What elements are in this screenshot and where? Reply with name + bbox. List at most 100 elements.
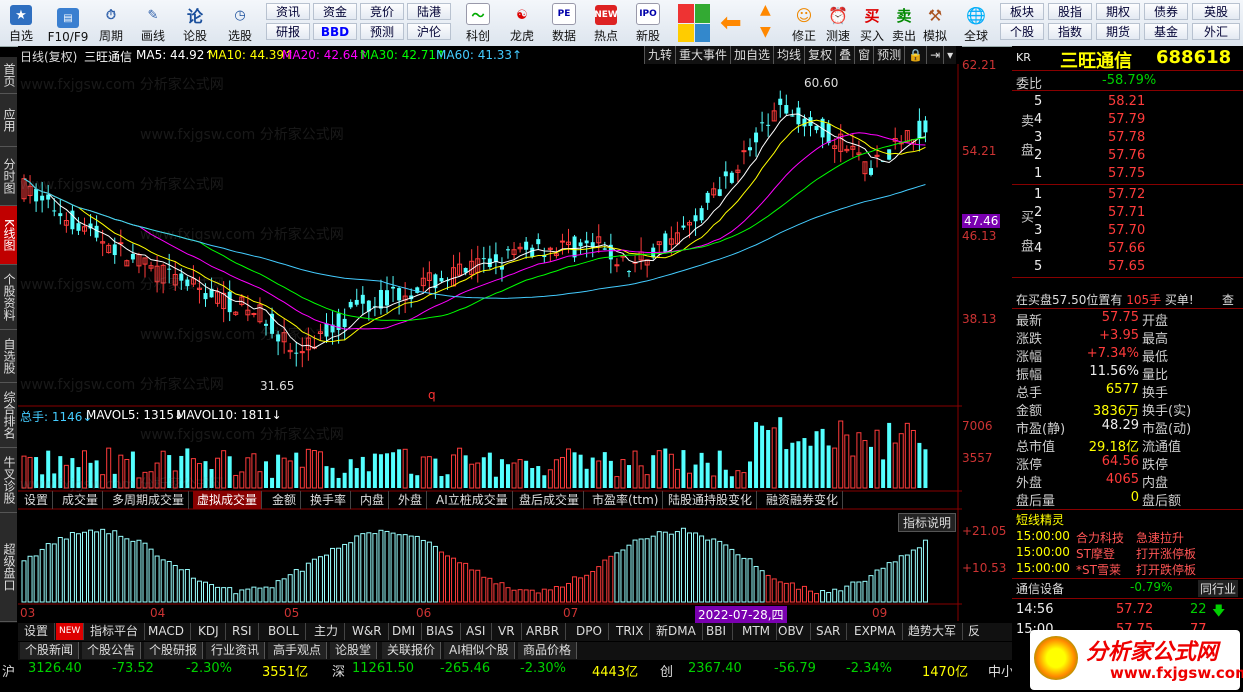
stock-picker-button[interactable]: ◷ 选股 [220,2,260,44]
bottom-tab[interactable]: ASI [460,623,493,640]
indices-button[interactable]: 指数 [1048,23,1092,40]
draw-line-button[interactable]: ✎ 画线 [136,2,170,44]
bottom-tab[interactable]: EXPMA [848,623,903,640]
watchlist-button[interactable]: ★ 自选 [4,2,38,44]
tab-intraday[interactable]: 分时图 [0,147,17,206]
speed-test-button[interactable]: ⏰ 测速 [822,2,854,44]
sprite-row[interactable]: 15:00:00 *ST雪莱 打开跌停板 [1012,561,1243,577]
period-button[interactable]: ⏱ 周期 [94,2,128,44]
bottom-tab[interactable]: BIAS [420,623,461,640]
up-arrow-icon[interactable]: ▲ [760,2,782,22]
news-tab[interactable]: 个股研报 [144,642,204,659]
indicator-tab[interactable]: 多周期成交量 [108,491,190,509]
info-button[interactable]: 资讯 [266,3,310,20]
bottom-tab[interactable]: 反 [962,623,986,640]
bottom-tab[interactable]: MACD [142,623,191,640]
indicator-tab-active[interactable]: 虚拟成交量 [193,491,263,509]
bottom-tab[interactable]: 主力 [308,623,346,640]
kline-chart-area[interactable]: 日线(复权) 三旺通信 MA5: 44.92↑ MA10: 44.39↑ MA2… [18,46,1006,623]
sprite-row[interactable]: 15:00:00 合力科技 急速拉升 [1012,529,1243,545]
hot-button[interactable]: NEW 热点 [588,2,624,44]
indicator-tab[interactable]: 陆股通持股变化 [664,491,758,509]
bottom-tab[interactable]: RSI [226,623,259,640]
options-button[interactable]: 期权 [1096,3,1140,20]
auction-button[interactable]: 竞价 [360,3,404,20]
buy-button[interactable]: 买 买入 [858,2,886,44]
bottom-tab[interactable]: 新DMA [650,623,703,640]
simulate-button[interactable]: ⚒ 模拟 [920,2,950,44]
futures-button[interactable]: 期货 [1096,23,1140,40]
indicator-tab[interactable]: 换手率 [306,491,352,509]
indicator-tab[interactable]: 成交量 [58,491,104,509]
news-tab[interactable]: 个股新闻 [20,642,80,659]
bottom-tab[interactable]: TRIX [610,623,651,640]
news-tab[interactable]: 高手观点 [268,642,328,659]
bottom-tab[interactable]: 趋势大军 [902,623,964,640]
bottom-tab[interactable]: W&R [346,623,389,640]
notice-more-link[interactable]: 查 [1222,291,1234,308]
indicator-tab[interactable]: 内盘 [356,491,390,509]
stocks-button[interactable]: 个股 [1000,23,1044,40]
tab-stock-profile[interactable]: 个股资料 [0,265,17,330]
bottom-tab[interactable]: ARBR [520,623,567,640]
dragon-tiger-button[interactable]: ☯ 龙虎 [504,2,540,44]
bottom-tab-settings[interactable]: 设置 [18,623,56,640]
news-tab[interactable]: 行业资讯 [206,642,266,659]
tab-watchlist[interactable]: 自选股 [0,330,17,383]
indicator-tab[interactable]: 盘后成交量 [515,491,585,509]
tab-diagnosis[interactable]: 牛叉诊股 [0,448,17,513]
bottom-tab[interactable]: DMI [386,623,423,640]
pe-data-button[interactable]: PE 数据 [546,2,582,44]
news-tab[interactable]: 论股堂 [330,642,378,659]
indicator-settings-tab[interactable]: 设置 [20,491,54,509]
kechuang-button[interactable]: 〜 科创 [458,2,498,44]
f10-button[interactable]: ▤ F10/F9 [44,2,92,44]
tab-kline[interactable]: K线图 [0,206,17,265]
news-tab[interactable]: 关联报价 [382,642,442,659]
forex-button[interactable]: 外汇 [1192,23,1240,40]
ipo-button[interactable]: IPO 新股 [630,2,666,44]
sector-button[interactable]: 板块 [1000,3,1044,20]
back-arrow-icon[interactable]: ⬅ [720,6,750,40]
funds-market-button[interactable]: 基金 [1144,23,1188,40]
bottom-tab[interactable]: SAR [810,623,848,640]
bottom-tab[interactable]: DPO [570,623,609,640]
shanghai-london-button[interactable]: 沪伦 [407,23,451,40]
tab-home[interactable]: 首页 [0,57,17,94]
index-futures-button[interactable]: 股指 [1048,3,1092,20]
research-button[interactable]: 研报 [266,23,310,40]
news-tab[interactable]: 个股公告 [82,642,142,659]
indicator-tab[interactable]: AI立桩成交量 [432,491,513,509]
bottom-tab[interactable]: VR [492,623,522,640]
sell-button[interactable]: 卖 卖出 [890,2,918,44]
tab-apps[interactable]: 应用 [0,94,17,147]
forecast-button[interactable]: 预测 [360,23,404,40]
bottom-tab[interactable]: KDJ [192,623,226,640]
news-tab[interactable]: 商品价格 [518,642,578,659]
uk-stocks-button[interactable]: 英股 [1192,3,1240,20]
bbd-button[interactable]: BBD [313,23,357,40]
bottom-tab[interactable]: MTM [736,623,778,640]
indicator-tab[interactable]: 外盘 [394,491,428,509]
hk-connect-button[interactable]: 陆港 [407,3,451,20]
down-arrow-icon[interactable]: ▼ [760,24,782,44]
indicator-tab[interactable]: 市盈率(ttm) [588,491,664,509]
correct-button[interactable]: ☺ 修正 [788,2,820,44]
indicator-tab[interactable]: 融资融券变化 [762,491,844,509]
layout-grid-icon[interactable] [678,4,710,42]
tab-super-level2[interactable]: 超级盘口 [0,513,17,622]
same-industry-button[interactable]: 同行业 [1198,580,1239,597]
bottom-tab[interactable]: 指标平台 [84,623,146,640]
tab-ranking[interactable]: 综合排名 [0,383,17,448]
news-tab[interactable]: AI相似个股 [444,642,515,659]
funds-button[interactable]: 资金 [313,3,357,20]
bottom-tab[interactable]: OBV [772,623,811,640]
indicator-help-button[interactable]: 指标说明 [898,513,957,532]
global-button[interactable]: 🌐 全球 [956,2,996,44]
bottom-tab[interactable]: BOLL [262,623,306,640]
discuss-button[interactable]: 论 论股 [178,2,212,44]
sprite-row[interactable]: 15:00:00 ST摩登 打开涨停板 [1012,545,1243,561]
bonds-button[interactable]: 债券 [1144,3,1188,20]
bottom-tab[interactable]: BBI [700,623,734,640]
indicator-tab[interactable]: 金额 [268,491,302,509]
